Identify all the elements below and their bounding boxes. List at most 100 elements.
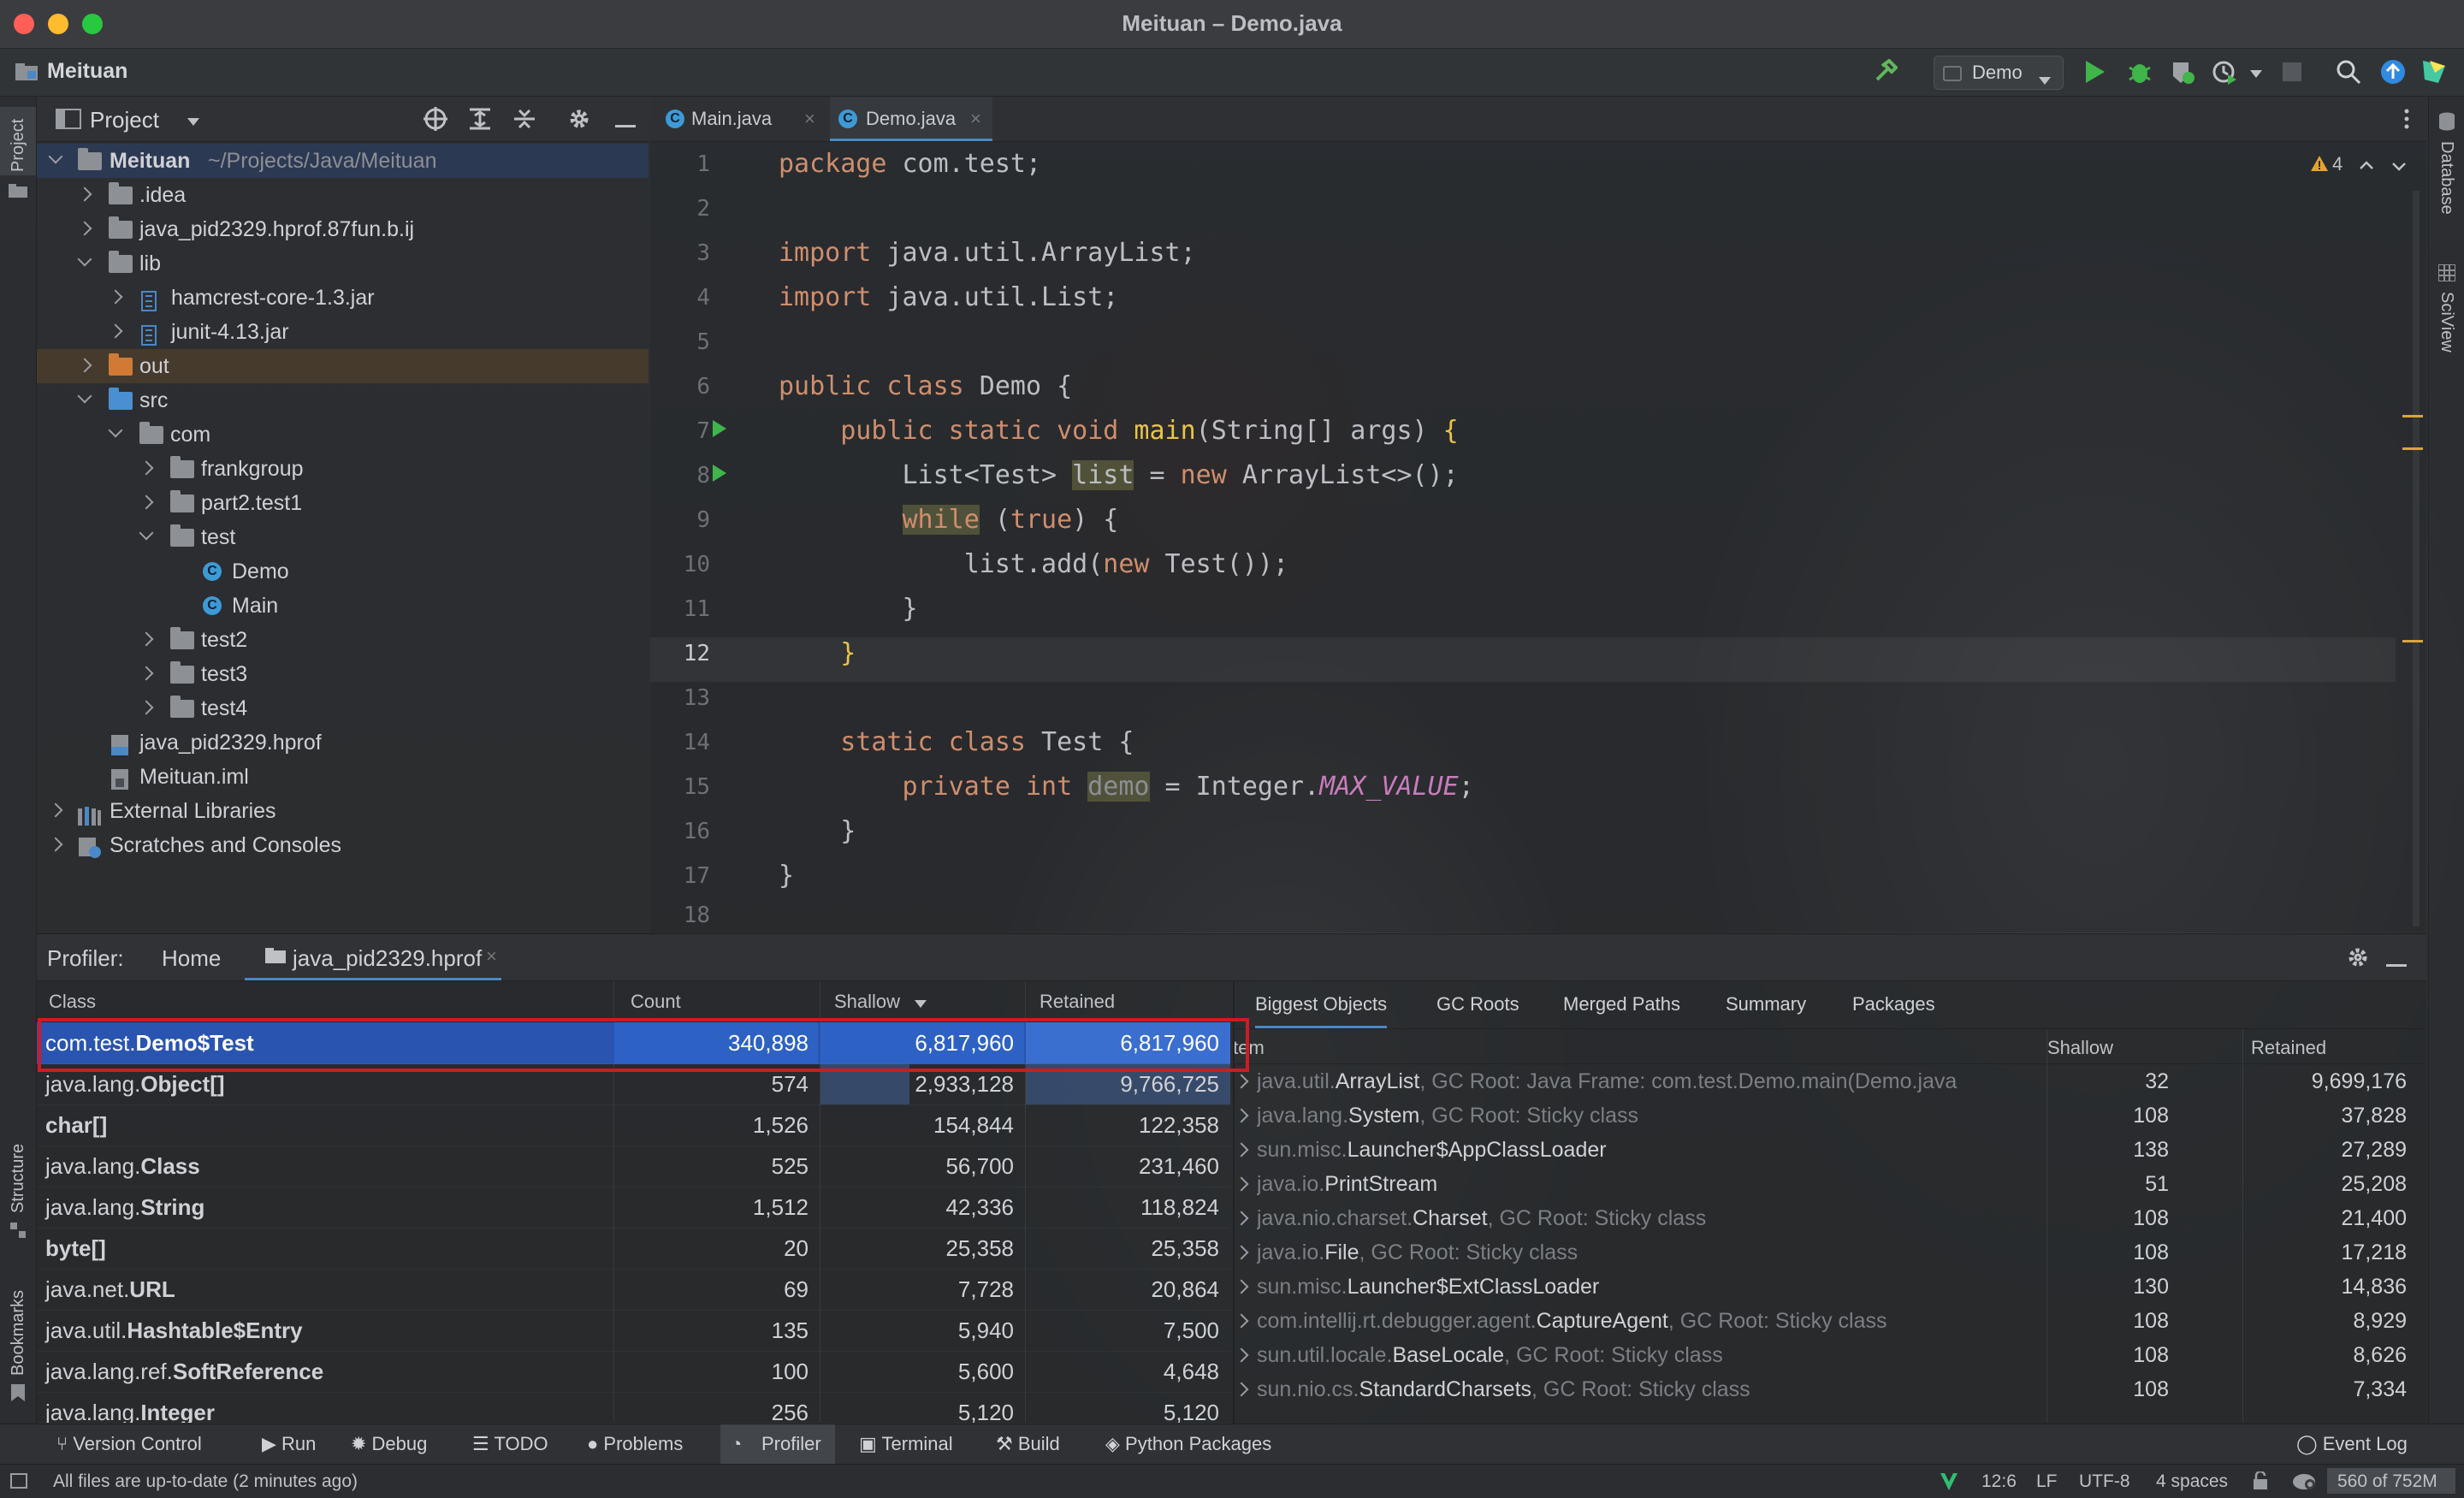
status-message[interactable]: All files are up-to-date (2 minutes ago): [53, 1471, 358, 1492]
shallow-column-header[interactable]: Shallow: [834, 991, 900, 1013]
shallow-column-header[interactable]: Shallow: [2047, 1037, 2113, 1059]
warning-marker[interactable]: [2402, 447, 2423, 450]
chevron-right-icon: [77, 187, 92, 202]
tab-demo-java[interactable]: C Demo.java ×: [830, 97, 992, 141]
shallow-value: 5,120: [957, 1400, 1014, 1424]
file-encoding[interactable]: UTF-8: [2079, 1471, 2130, 1492]
list-item[interactable]: java.lang.System, GC Root: Sticky class 1…: [1234, 1098, 2426, 1133]
list-item[interactable]: sun.util.locale.BaseLocale, GC Root: Sti…: [1234, 1338, 2426, 1372]
project-breadcrumb[interactable]: Meituan: [47, 59, 127, 84]
gear-icon[interactable]: [567, 107, 591, 131]
project-folder-icon: [15, 63, 38, 80]
tab-packages[interactable]: Packages: [1852, 993, 1935, 1015]
list-item[interactable]: com.intellij.rt.debugger.agent.CaptureAg…: [1234, 1304, 2426, 1338]
chevron-down-icon[interactable]: [187, 115, 199, 126]
project-panel-title[interactable]: Project: [90, 107, 159, 133]
code-line: private int demo = Integer.MAX_VALUE;: [902, 772, 1474, 802]
more-run-options-icon[interactable]: [2250, 68, 2262, 78]
table-row[interactable]: java.lang.Integer 256 5,120 5,120: [37, 1392, 1230, 1424]
run-gutter-icon[interactable]: [712, 464, 727, 483]
sciview-tool-label[interactable]: SciView: [2437, 292, 2456, 352]
class-column-header[interactable]: Class: [49, 991, 96, 1013]
editor-scrollbar[interactable]: [2413, 191, 2420, 927]
todo-tool[interactable]: ☰ TODO: [472, 1433, 548, 1455]
table-row[interactable]: java.lang.ref.SoftReference 100 5,600 4,…: [37, 1351, 1230, 1393]
lock-icon[interactable]: [2252, 1470, 2269, 1490]
version-control-tool[interactable]: ⑂ Version Control: [56, 1433, 202, 1455]
tree-item-out[interactable]: out: [37, 349, 649, 383]
line-number: 10: [683, 552, 710, 577]
run-gutter-icon[interactable]: [712, 419, 727, 438]
list-item[interactable]: sun.misc.Launcher$ExtClassLoader 130 14,83…: [1234, 1270, 2426, 1304]
jetbrains-logo-icon[interactable]: [2421, 59, 2447, 85]
list-item[interactable]: java.io.PrintStream 51 25,208: [1234, 1167, 2426, 1201]
project-tool-button[interactable]: Project: [0, 107, 36, 175]
list-item[interactable]: sun.misc.Launcher$AppClassLoader 138 27,28…: [1234, 1133, 2426, 1167]
shallow-value: 138: [2133, 1138, 2169, 1162]
line-separator[interactable]: LF: [2036, 1471, 2058, 1492]
more-options-icon[interactable]: [2404, 109, 2409, 129]
build-hammer-icon[interactable]: [1874, 58, 1898, 83]
table-row[interactable]: byte[] 20 25,358 25,358: [37, 1228, 1230, 1270]
gear-icon[interactable]: [2347, 946, 2369, 968]
memory-indicator[interactable]: 560 of 752M: [2327, 1468, 2455, 1494]
table-row[interactable]: java.lang.String 1,512 42,336 118,824: [37, 1187, 1230, 1229]
list-item[interactable]: java.io.File, GC Root: Sticky class 108 17…: [1234, 1235, 2426, 1270]
table-row[interactable]: char[] 1,526 154,844 122,358: [37, 1104, 1230, 1146]
run-icon[interactable]: [2084, 59, 2106, 85]
profiler-tool[interactable]: ◔ Profiler: [720, 1424, 835, 1464]
profile-run-icon[interactable]: [2212, 59, 2238, 85]
count-column-header[interactable]: Count: [631, 991, 681, 1013]
profiler-file-tab[interactable]: java_pid2329.hprof ×: [245, 934, 501, 980]
stop-icon[interactable]: [2283, 62, 2301, 81]
caret-position[interactable]: 12:6: [1981, 1471, 2017, 1492]
update-icon[interactable]: [2380, 59, 2406, 85]
retained-column-header[interactable]: Retained: [1040, 991, 1115, 1013]
close-icon[interactable]: ×: [804, 97, 815, 141]
tab-gc-roots[interactable]: GC Roots: [1436, 993, 1519, 1015]
warning-marker[interactable]: [2402, 640, 2423, 642]
expand-all-icon[interactable]: [468, 107, 492, 131]
close-icon[interactable]: ×: [486, 945, 497, 968]
run-configuration-selector[interactable]: Demo: [1934, 56, 2064, 90]
inspection-profile-icon[interactable]: [2291, 1471, 2317, 1490]
terminal-tool[interactable]: ▣ Terminal: [859, 1433, 953, 1455]
bookmarks-tool-label[interactable]: Bookmarks: [9, 1290, 28, 1376]
structure-tool-label[interactable]: Structure: [9, 1144, 28, 1213]
chevron-up-icon[interactable]: [2360, 158, 2373, 169]
python-packages-tool[interactable]: ◈ Python Packages: [1105, 1433, 1271, 1455]
debug-icon[interactable]: [2127, 59, 2153, 85]
chevron-down-icon[interactable]: [2392, 160, 2406, 171]
warning-marker[interactable]: [2402, 415, 2423, 417]
profiler-home-tab[interactable]: Home: [162, 945, 221, 972]
hide-panel-icon[interactable]: [615, 117, 636, 127]
vim-icon[interactable]: [1939, 1471, 1959, 1492]
retained-column-header[interactable]: Retained: [2251, 1037, 2326, 1059]
run-tool[interactable]: ▶ Run: [262, 1433, 316, 1455]
toggle-tool-windows-icon[interactable]: [10, 1473, 27, 1489]
table-row[interactable]: java.net.URL 69 7,728 20,864: [37, 1269, 1230, 1311]
search-icon[interactable]: [2336, 59, 2361, 85]
locate-file-icon[interactable]: [424, 107, 447, 131]
tab-summary[interactable]: Summary: [1726, 993, 1806, 1015]
collapse-all-icon[interactable]: [512, 107, 536, 131]
problems-tool[interactable]: ● Problems: [587, 1433, 683, 1455]
close-icon[interactable]: ×: [970, 97, 981, 141]
table-row[interactable]: java.util.Hashtable$Entry 135 5,940 7,50…: [37, 1310, 1230, 1352]
tab-merged-paths[interactable]: Merged Paths: [1563, 993, 1680, 1015]
table-row[interactable]: java.lang.Class 525 56,700 231,460: [37, 1146, 1230, 1187]
list-item[interactable]: sun.nio.cs.StandardCharsets, GC Root: St…: [1234, 1372, 2426, 1406]
indent-setting[interactable]: 4 spaces: [2156, 1471, 2228, 1492]
warning-icon[interactable]: [2310, 155, 2329, 172]
tree-root-meituan[interactable]: Meituan ~/Projects/Java/Meituan: [37, 144, 649, 178]
database-tool-label[interactable]: Database: [2437, 141, 2456, 215]
build-tool[interactable]: ⚒ Build: [996, 1433, 1060, 1455]
tab-biggest-objects[interactable]: Biggest Objects: [1255, 993, 1388, 1028]
coverage-icon[interactable]: [2170, 59, 2195, 85]
hide-panel-icon[interactable]: [2386, 956, 2407, 967]
event-log-tool[interactable]: ◯ Event Log: [2296, 1433, 2408, 1455]
list-item[interactable]: java.util.ArrayList, GC Root: Java Frame…: [1234, 1064, 2426, 1098]
sort-descending-icon[interactable]: [915, 998, 927, 1008]
list-item[interactable]: java.nio.charset.Charset, GC Root: Stick…: [1234, 1201, 2426, 1235]
debug-tool[interactable]: ✹ Debug: [351, 1433, 427, 1455]
